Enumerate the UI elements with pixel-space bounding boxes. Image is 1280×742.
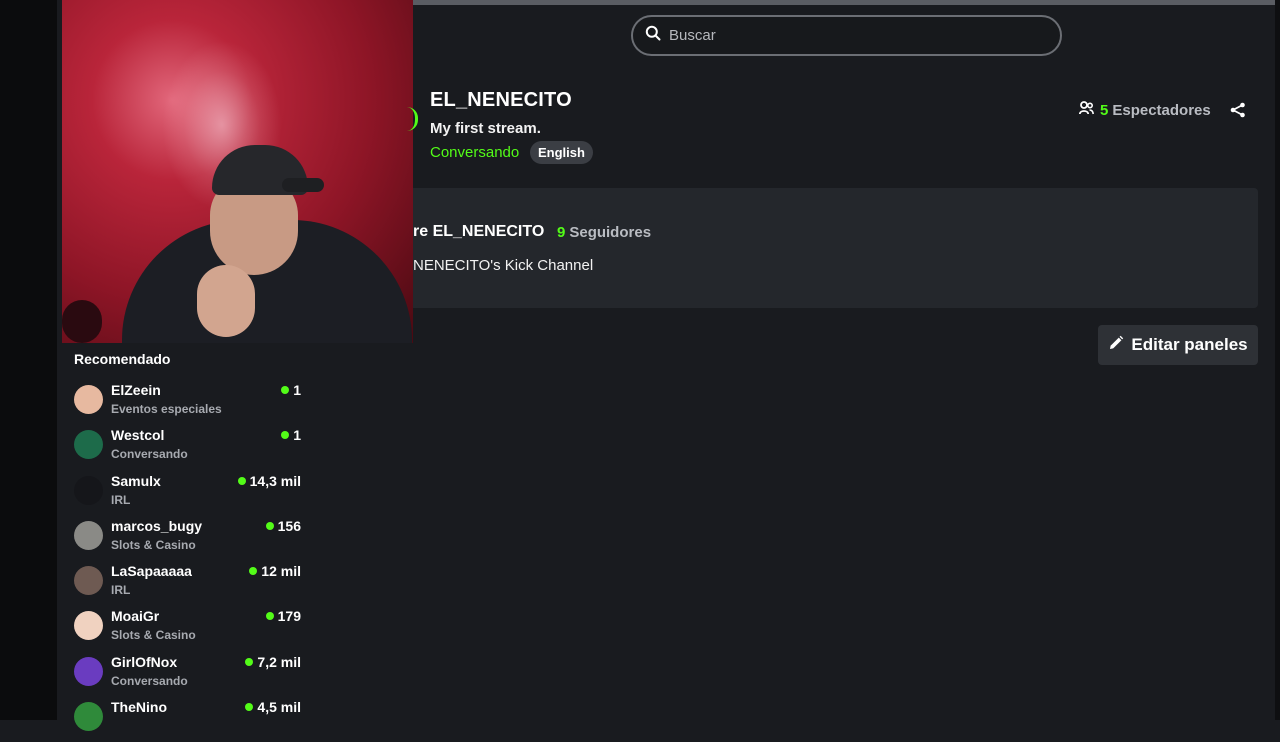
search-icon [645, 25, 661, 46]
channel-viewers-count: 179 [277, 608, 301, 625]
search-bar[interactable] [631, 15, 1062, 56]
webcam-shadow [62, 300, 102, 343]
channel-avatar[interactable] [74, 475, 103, 505]
channel-name[interactable]: Samulx [111, 473, 161, 489]
stream-title: My first stream. [430, 120, 541, 137]
viewers-icon [1078, 101, 1094, 119]
channel-viewers-count: 1 [293, 382, 301, 398]
channel-avatar[interactable] [74, 656, 103, 686]
about-title: re EL_NENECITO [413, 223, 545, 240]
channel-avatar[interactable] [74, 430, 103, 460]
channel-viewers: 4,5 mil [245, 699, 301, 715]
recommended-list: ElZeein Eventos especiales 1 Westcol Convers… [74, 380, 302, 742]
recommended-channel-item[interactable]: marcos_bugy Slots & Casino 156 [74, 516, 302, 561]
channel-category: IRL [111, 583, 131, 598]
recommended-channel-item[interactable]: Samulx IRL 14,3 mil [74, 471, 302, 516]
pencil-icon [1108, 335, 1131, 356]
about-description: NENECITO's Kick Channel [413, 257, 594, 274]
channel-viewers-count: 7,2 mil [257, 653, 301, 670]
channel-viewers-count: 4,5 mil [257, 699, 301, 716]
channel-name[interactable]: Westcol [111, 427, 164, 443]
followers-label: Seguidores [569, 224, 652, 241]
channel-category: Conversando [111, 673, 188, 688]
channel-avatar[interactable] [74, 702, 103, 732]
channel-avatar[interactable] [74, 520, 103, 550]
channel-name[interactable]: MoaiGr [111, 608, 159, 624]
channel-name[interactable]: GirlOfNox [111, 654, 177, 670]
followers-number: 9 [557, 224, 566, 241]
viewers-number: 5 [1100, 101, 1109, 119]
search-input[interactable] [667, 26, 1031, 45]
recommended-channel-item[interactable]: LaSapaaaaa IRL 12 mil [74, 561, 302, 606]
followers-count: 9 Seguidores [557, 224, 651, 241]
channel-viewers: 1 [281, 427, 301, 443]
recommended-channel-item[interactable]: MoaiGr Slots & Casino 179 [74, 606, 302, 651]
stream-category-link[interactable]: Conversando [430, 144, 519, 161]
recommended-channel-item[interactable]: ElZeein Eventos especiales 1 [74, 380, 302, 425]
channel-name[interactable]: TheNino [111, 699, 167, 715]
channel-name[interactable]: marcos_bugy [111, 518, 202, 534]
viewers-label: Espectadores [1112, 101, 1211, 119]
channel-viewers-count: 12 mil [261, 563, 301, 580]
channel-category: Conversando [111, 447, 188, 462]
channel-viewers: 14,3 mil [237, 472, 301, 489]
channel-viewers-count: 14,3 mil [249, 472, 301, 489]
channel-viewers: 179 [265, 608, 301, 625]
webcam-person-hand [197, 265, 255, 337]
live-dot-icon [249, 567, 258, 576]
channel-name[interactable]: LaSapaaaaa [111, 563, 192, 579]
streamer-name[interactable]: EL_NENECITO [430, 89, 572, 112]
live-dot-icon [245, 703, 254, 712]
language-badge[interactable]: English [530, 141, 593, 164]
right-scrollbar-track[interactable] [1275, 0, 1280, 720]
live-dot-icon [245, 657, 254, 666]
live-dot-icon [281, 386, 290, 394]
edit-panels-label: Editar paneles [1131, 335, 1248, 354]
channel-avatar[interactable] [74, 385, 103, 414]
live-dot-icon [265, 521, 274, 530]
channel-category: Slots & Casino [111, 628, 196, 643]
edit-panels-button[interactable]: Editar paneles [1098, 325, 1258, 365]
channel-avatar[interactable] [74, 611, 103, 641]
channel-avatar[interactable] [74, 566, 103, 596]
live-dot-icon [265, 612, 274, 621]
channel-category: IRL [111, 492, 131, 507]
about-panel: re EL_NENECITO 9 Seguidores NENECITO's Ki… [413, 188, 1258, 308]
live-dot-icon [281, 431, 290, 440]
left-sidebar-gutter [0, 0, 57, 720]
recommended-heading: Recomendado [74, 351, 171, 367]
share-icon[interactable] [1229, 101, 1247, 119]
channel-viewers-count: 1 [293, 427, 301, 444]
live-avatar-ring [407, 107, 418, 131]
top-border [413, 0, 1280, 5]
channel-category: Eventos especiales [111, 402, 222, 416]
channel-viewers: 7,2 mil [245, 654, 301, 670]
channel-category: Slots & Casino [111, 537, 196, 552]
channel-viewers-count: 156 [277, 517, 301, 534]
channel-viewers: 12 mil [249, 563, 301, 579]
recommended-channel-item[interactable]: Westcol Conversando 1 [74, 425, 302, 470]
webcam-cap-brim [282, 178, 324, 192]
viewer-count: 5 Espectadores [1078, 101, 1211, 119]
webcam-overlay [62, 0, 413, 343]
recommended-channel-item[interactable]: GirlOfNox Conversando 7,2 mil [74, 652, 302, 697]
live-dot-icon [237, 476, 246, 485]
channel-viewers: 156 [265, 517, 301, 534]
channel-viewers: 1 [281, 382, 301, 398]
channel-name[interactable]: ElZeein [111, 382, 161, 398]
